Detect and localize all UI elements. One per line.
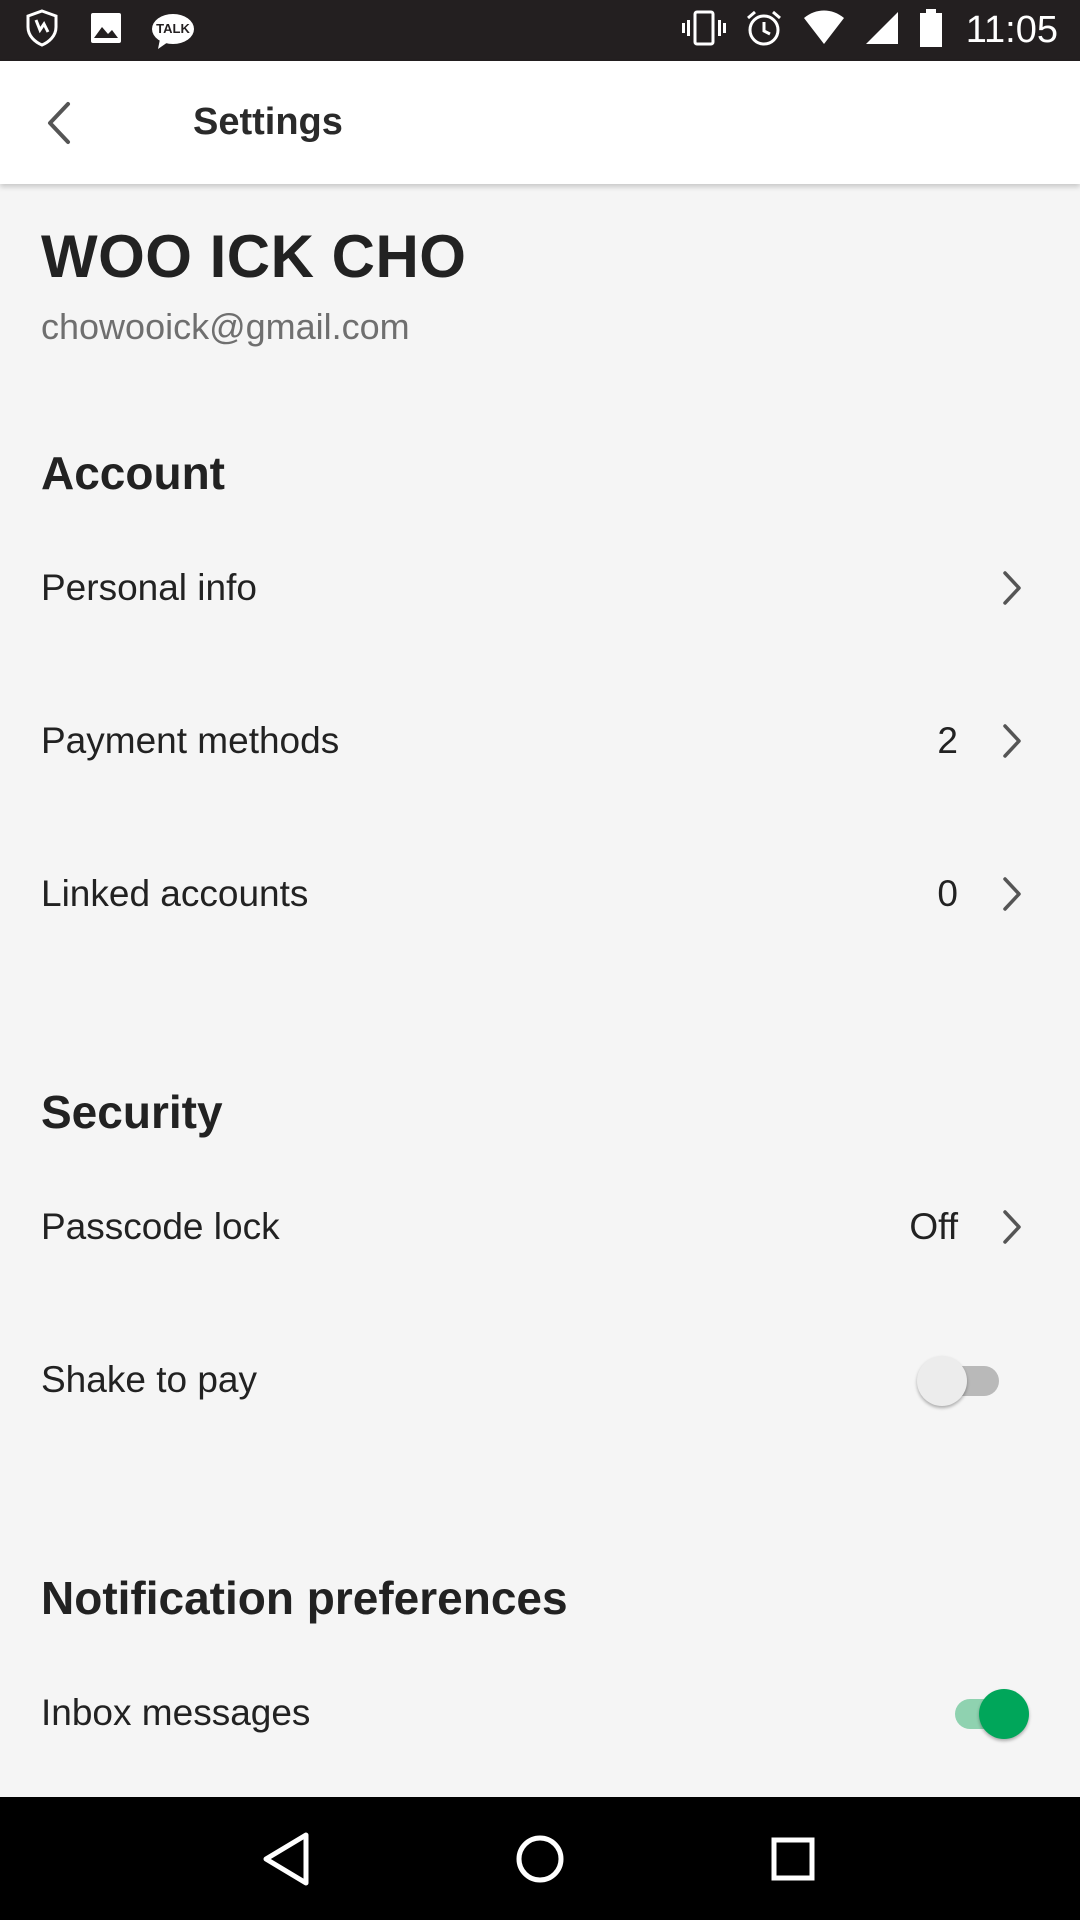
chevron-right-icon — [1000, 874, 1024, 914]
toggle-thumb — [917, 1356, 967, 1406]
row-label: Payment methods — [41, 720, 340, 761]
chevron-right-icon — [1000, 1207, 1024, 1247]
row-personal-info[interactable]: Personal info — [0, 528, 1080, 648]
section-title-security: Security — [41, 1086, 223, 1138]
nav-back-icon — [263, 1832, 309, 1885]
profile-name: WOO ICK CHO — [41, 223, 467, 290]
chevron-right-icon — [1000, 568, 1024, 608]
passcode-lock-status: Off — [909, 1206, 958, 1247]
row-payment-methods[interactable]: Payment methods 2 — [0, 681, 1080, 801]
row-label: Linked accounts — [41, 873, 309, 914]
row-inbox-messages: Inbox messages — [0, 1653, 1080, 1773]
linked-accounts-count: 0 — [937, 873, 958, 914]
row-label: Shake to pay — [41, 1359, 257, 1400]
app-bar: Settings — [0, 61, 1080, 184]
status-time: 11:05 — [965, 9, 1058, 51]
nav-back-button[interactable] — [247, 1819, 327, 1899]
row-label: Inbox messages — [41, 1692, 311, 1733]
image-icon — [88, 10, 124, 51]
row-label: Personal info — [41, 567, 257, 608]
status-bar: TALK 11:05 — [0, 0, 1080, 61]
nav-home-icon — [516, 1835, 564, 1882]
nav-recents-button[interactable] — [753, 1819, 833, 1899]
chevron-right-icon — [1000, 721, 1024, 761]
payment-methods-count: 2 — [937, 720, 958, 761]
navigation-bar — [0, 1797, 1080, 1920]
settings-screen: TALK 11:05 Settings WOO ICK CHO chowooic… — [0, 0, 1080, 1920]
battery-icon — [918, 8, 944, 53]
vibrate-icon — [681, 8, 726, 53]
toggle-thumb — [979, 1689, 1029, 1739]
alarm-icon — [744, 8, 784, 53]
talk-icon: TALK — [150, 11, 196, 51]
back-button[interactable] — [22, 86, 96, 160]
profile-email: chowooick@gmail.com — [41, 306, 410, 347]
shake-to-pay-toggle[interactable] — [917, 1350, 1007, 1410]
status-right-icons: 11:05 — [664, 8, 1058, 53]
nav-home-button[interactable] — [500, 1819, 580, 1899]
row-linked-accounts[interactable]: Linked accounts 0 — [0, 834, 1080, 954]
settings-content[interactable]: WOO ICK CHO chowooick@gmail.com Account … — [0, 184, 1080, 1797]
nav-recents-icon — [771, 1837, 815, 1880]
page-title: Settings — [193, 101, 343, 143]
inbox-messages-toggle[interactable] — [945, 1683, 1035, 1743]
status-left-icons: TALK — [22, 8, 222, 53]
wifi-icon — [802, 10, 846, 51]
section-title-account: Account — [41, 447, 225, 499]
talk-badge-text: TALK — [156, 20, 190, 36]
back-arrow-icon — [48, 102, 70, 144]
row-shake-to-pay: Shake to pay — [0, 1320, 1080, 1440]
signal-icon — [864, 10, 900, 51]
row-passcode-lock[interactable]: Passcode lock Off — [0, 1167, 1080, 1287]
row-label: Passcode lock — [41, 1206, 280, 1247]
shield-icon — [22, 8, 62, 53]
section-title-notifications: Notification preferences — [41, 1572, 568, 1624]
